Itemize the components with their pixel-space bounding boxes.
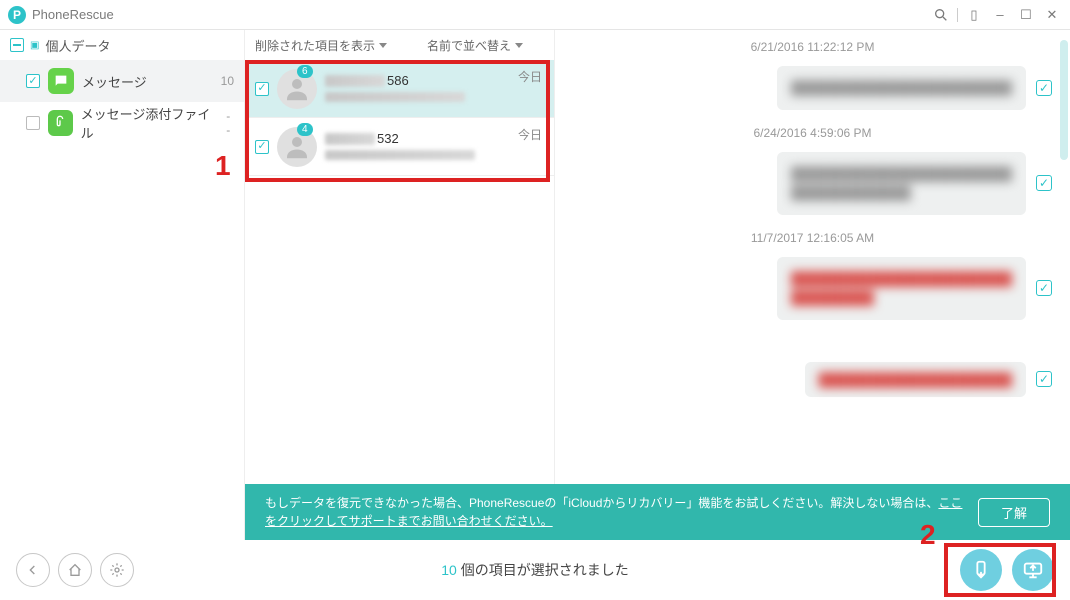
row-checkbox[interactable] (255, 140, 269, 154)
item-label: メッセージ添付ファイル (81, 104, 219, 142)
message-bubble[interactable]: █████████████████████████████████ (777, 257, 1026, 320)
message-checkbox[interactable] (1036, 175, 1052, 191)
item-label: メッセージ (82, 72, 147, 91)
title-bar: P PhoneRescue ▯ – ☐ ✕ (0, 0, 1070, 30)
chevron-down-icon (379, 43, 387, 48)
sidebar-item-attachments[interactable]: メッセージ添付ファイル -- (0, 102, 244, 144)
item-checkbox[interactable] (26, 116, 40, 130)
attachments-icon (48, 110, 73, 136)
conversation-list: 6 586 今日 4 (245, 60, 554, 176)
recover-to-computer-button[interactable] (1012, 549, 1054, 591)
sort-dropdown[interactable]: 名前で並べ替え (427, 37, 523, 54)
message-timestamp: 6/21/2016 11:22:12 PM (751, 40, 875, 54)
info-banner: もしデータを復元できなかった場合、PhoneRescueの「iCloudからリカ… (245, 484, 1070, 540)
message-bubble[interactable]: ████████████████████████ (777, 66, 1026, 110)
scrollbar[interactable] (1060, 30, 1068, 480)
window-close-icon[interactable]: ✕ (1042, 5, 1062, 25)
app-logo-icon: P (8, 6, 26, 24)
selection-count: 10 (441, 562, 457, 578)
item-checkbox[interactable] (26, 74, 40, 88)
row-checkbox[interactable] (255, 82, 269, 96)
sidebar-group[interactable]: ▣ 個人データ (0, 30, 244, 60)
item-count: 10 (221, 74, 234, 88)
window-maximize-icon[interactable]: ☐ (1016, 5, 1036, 25)
app-title: PhoneRescue (32, 7, 114, 22)
message-timestamp: 11/7/2017 12:16:05 AM (751, 231, 874, 245)
filter-dropdown[interactable]: 削除された項目を表示 (255, 37, 387, 54)
group-label: 個人データ (45, 36, 110, 55)
message-checkbox[interactable] (1036, 280, 1052, 296)
home-button[interactable] (58, 553, 92, 587)
message-checkbox[interactable] (1036, 371, 1052, 387)
recover-to-device-button[interactable] (960, 549, 1002, 591)
message-bubble[interactable]: █████████████████████████████████████ (777, 152, 1026, 215)
selection-status: 10 個の項目が選択されました (441, 560, 628, 580)
avatar-icon: 4 (277, 127, 317, 167)
message-timestamp: 6/24/2016 4:59:06 PM (753, 126, 871, 140)
avatar-icon: 6 (277, 69, 317, 109)
settings-button[interactable] (100, 553, 134, 587)
chevron-down-icon (515, 43, 523, 48)
conversation-date: 今日 (518, 126, 542, 143)
divider (957, 8, 958, 22)
sort-label: 名前で並べ替え (427, 37, 511, 54)
window-minimize-icon[interactable]: – (990, 5, 1010, 25)
message-checkbox[interactable] (1036, 80, 1052, 96)
sidebar-item-messages[interactable]: メッセージ 10 (0, 60, 244, 102)
conversation-title: 586 (325, 73, 544, 89)
conversation-preview (325, 150, 544, 163)
mid-header: 削除された項目を表示 名前で並べ替え (245, 30, 554, 60)
filter-label: 削除された項目を表示 (255, 37, 375, 54)
conversation-column: 削除された項目を表示 名前で並べ替え 6 586 (245, 30, 555, 540)
unread-badge: 4 (297, 123, 313, 136)
callout-label-2: 2 (920, 519, 936, 551)
conversation-preview (325, 92, 544, 105)
unread-badge: 6 (297, 65, 313, 78)
sidebar: ▣ 個人データ メッセージ 10 メッセージ添付ファイル -- (0, 30, 245, 540)
back-button[interactable] (16, 553, 50, 587)
message-bubble[interactable]: █████████████████████ (805, 362, 1026, 398)
window-panel-icon[interactable]: ▯ (964, 5, 984, 25)
message-pane: 6/21/2016 11:22:12 PM ██████████████████… (555, 30, 1070, 540)
banner-text: もしデータを復元できなかった場合、PhoneRescueの「iCloudからリカ… (265, 494, 964, 530)
conversation-date: 今日 (518, 68, 542, 85)
callout-label-1: 1 (215, 150, 231, 182)
banner-ok-button[interactable]: 了解 (978, 498, 1050, 527)
scrollbar-thumb[interactable] (1060, 40, 1068, 160)
conversation-row[interactable]: 6 586 今日 (245, 60, 554, 118)
conversation-row[interactable]: 4 532 今日 (245, 118, 554, 176)
search-icon[interactable] (931, 5, 951, 25)
messages-icon (48, 68, 74, 94)
group-checkbox[interactable] (10, 38, 24, 52)
conversation-title: 532 (325, 131, 544, 147)
collapse-icon[interactable]: ▣ (30, 40, 39, 51)
item-count: -- (226, 109, 234, 137)
footer: 10 個の項目が選択されました 2 (0, 540, 1070, 600)
